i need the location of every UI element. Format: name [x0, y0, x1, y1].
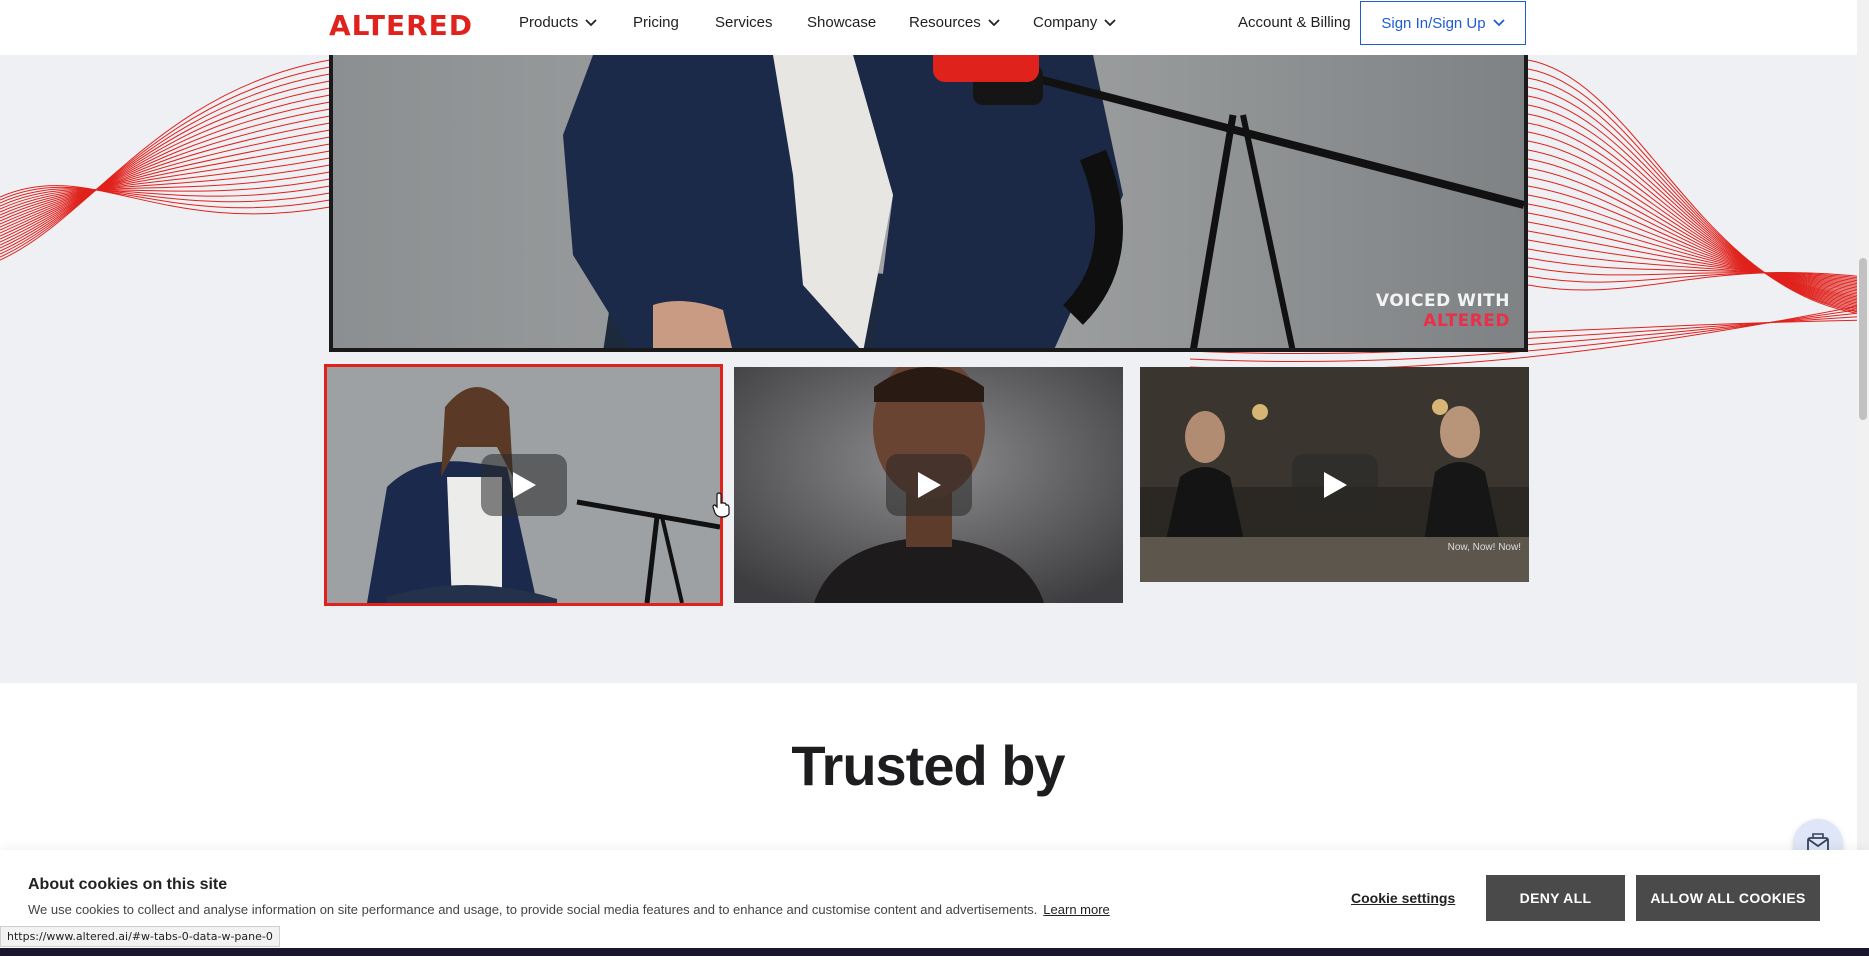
play-button[interactable]	[1291, 454, 1378, 516]
nav-products[interactable]: Products	[519, 14, 597, 31]
cookie-banner: About cookies on this site We use cookie…	[0, 850, 1869, 948]
signin-label: Sign In/Sign Up	[1381, 14, 1486, 32]
thumbnail-caption: Now, Now! Now!	[1447, 542, 1521, 553]
wave-line	[1527, 140, 1869, 302]
nav-showcase[interactable]: Showcase	[807, 14, 876, 31]
chevron-down-icon	[1492, 19, 1505, 27]
nav-showcase-label: Showcase	[807, 14, 877, 31]
youtube-play-button[interactable]	[933, 55, 1039, 82]
nav-products-label: Products	[519, 14, 579, 31]
wave-line	[0, 136, 331, 228]
nav-services[interactable]: Services	[715, 14, 773, 31]
deny-all-button[interactable]: DENY ALL	[1486, 875, 1625, 921]
chevron-down-icon	[1104, 18, 1116, 26]
trusted-by-heading: Trusted by	[791, 734, 1065, 797]
svg-text:ALTERED: ALTERED	[329, 9, 473, 39]
main-video-player[interactable]: VOICED WITH ALTERED	[329, 55, 1528, 352]
top-navbar: ALTERED Products Pricing Services Showca…	[0, 0, 1869, 55]
signin-signup-button[interactable]: Sign In/Sign Up	[1360, 1, 1526, 45]
status-bar-url: https://www.altered.ai/#w-tabs-0-data-w-…	[0, 926, 280, 947]
video-thumbnail-1[interactable]	[324, 364, 723, 606]
nav-resources-label: Resources	[909, 14, 981, 31]
nav-services-label: Services	[715, 14, 773, 31]
play-button[interactable]	[885, 454, 972, 516]
scrollbar-thumb[interactable]	[1859, 258, 1867, 420]
cookie-banner-title: About cookies on this site	[28, 876, 228, 893]
play-icon	[917, 472, 941, 498]
nav-account-billing[interactable]: Account & Billing	[1238, 14, 1351, 31]
video-thumbnail-2[interactable]	[734, 367, 1123, 603]
nav-resources[interactable]: Resources	[909, 14, 1000, 31]
nav-pricing[interactable]: Pricing	[633, 14, 679, 31]
chevron-down-icon	[988, 18, 1000, 26]
video-frame-speaker	[333, 55, 1524, 348]
chevron-down-icon	[585, 18, 597, 26]
learn-more-link[interactable]: Learn more	[1043, 902, 1109, 917]
bottom-strip	[0, 948, 1869, 956]
wave-line	[1527, 122, 1869, 305]
altered-logo[interactable]: ALTERED	[329, 9, 481, 39]
cookie-settings-link[interactable]: Cookie settings	[1351, 890, 1455, 906]
video-thumbnail-3[interactable]: Now, Now! Now!	[1140, 367, 1529, 603]
nav-company-label: Company	[1033, 14, 1098, 31]
cookie-description: We use cookies to collect and analyse in…	[28, 902, 1038, 917]
play-icon	[512, 472, 536, 498]
nav-pricing-label: Pricing	[633, 14, 679, 31]
account-billing-label: Account & Billing	[1238, 14, 1351, 31]
cookie-banner-text: We use cookies to collect and analyse in…	[28, 902, 1110, 917]
play-icon	[1323, 472, 1347, 498]
play-button[interactable]	[480, 454, 567, 516]
page-scrollbar[interactable]	[1857, 0, 1869, 956]
watermark-line1: VOICED WITH	[1375, 291, 1510, 311]
hand-cursor-icon	[712, 492, 730, 518]
wave-line	[0, 115, 331, 237]
nav-company[interactable]: Company	[1033, 14, 1116, 31]
watermark-line2: ALTERED	[1423, 311, 1510, 331]
voiced-with-watermark: VOICED WITH ALTERED	[1360, 291, 1510, 331]
allow-all-cookies-button[interactable]: ALLOW ALL COOKIES	[1636, 875, 1820, 921]
